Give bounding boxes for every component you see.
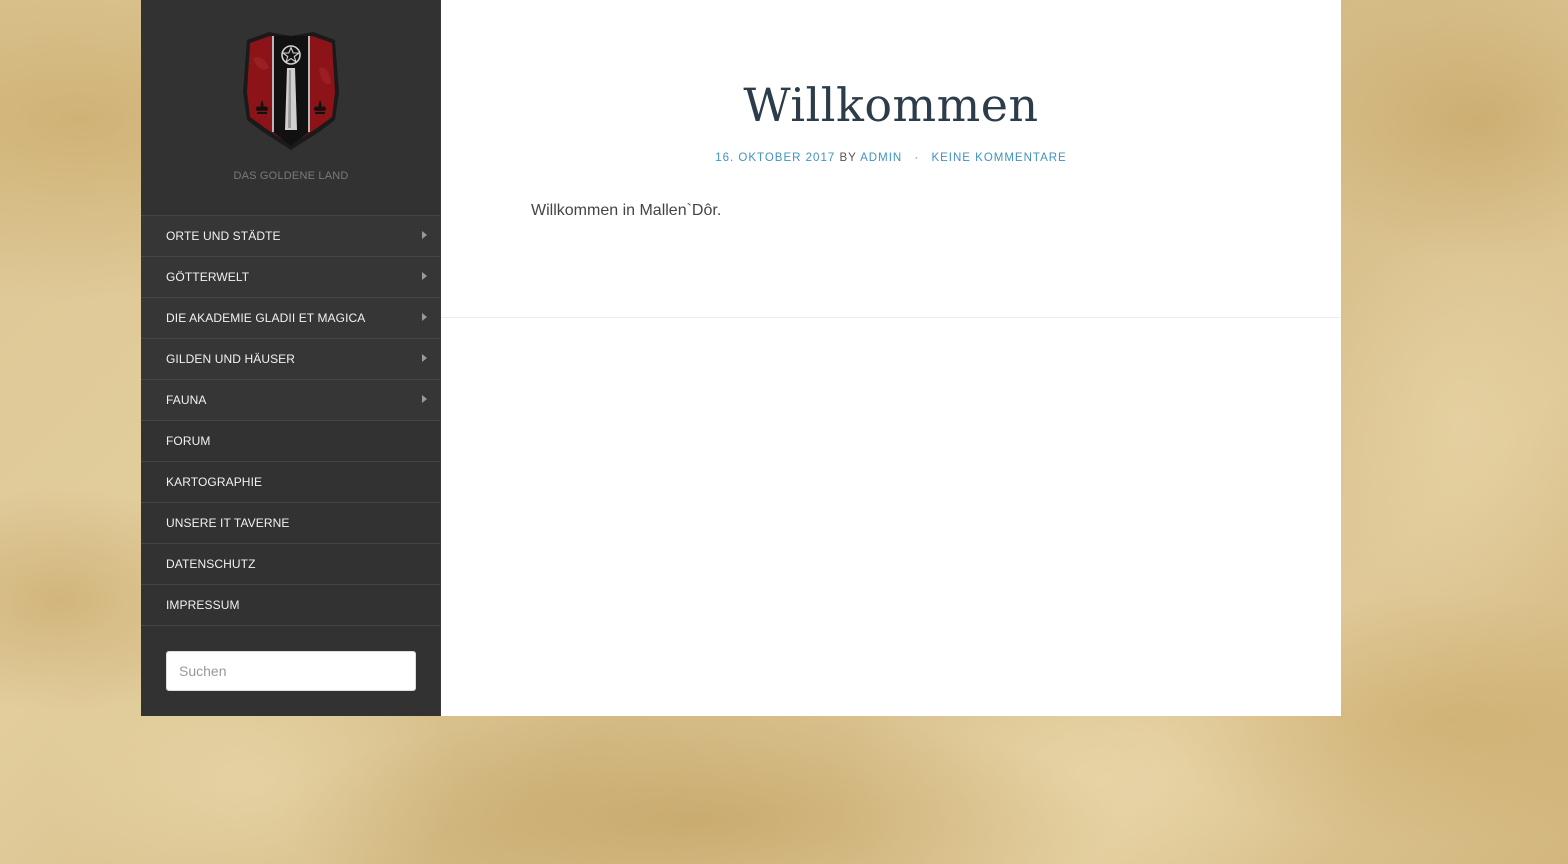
nav-item-akademie[interactable]: DIE AKADEMIE GLADII ET MAGICA xyxy=(141,298,441,339)
nav-item-label: GILDEN UND HÄUSER xyxy=(166,352,296,366)
nav-item-orte-und-staedte[interactable]: ORTE UND STÄDTE xyxy=(141,216,441,257)
post-title[interactable]: Willkommen xyxy=(441,78,1341,132)
nav-item-label: FORUM xyxy=(166,434,211,448)
sidebar: DAS GOLDENE LAND ORTE UND STÄDTE GÖTTERW… xyxy=(141,0,441,716)
nav-item-impressum[interactable]: IMPRESSUM xyxy=(141,585,441,626)
caret-right-icon[interactable] xyxy=(422,354,427,362)
nav-item-label: ORTE UND STÄDTE xyxy=(166,229,281,243)
search-form xyxy=(141,626,441,691)
nav-item-label: FAUNA xyxy=(166,393,207,407)
post-comments-link[interactable]: KEINE KOMMENTARE xyxy=(931,152,1066,164)
page-container: DAS GOLDENE LAND ORTE UND STÄDTE GÖTTERW… xyxy=(141,0,1341,716)
nav-item-label: GÖTTERWELT xyxy=(166,270,250,284)
site-branding: DAS GOLDENE LAND xyxy=(141,0,441,215)
nav-item-datenschutz[interactable]: DATENSCHUTZ xyxy=(141,544,441,585)
nav-item-fauna[interactable]: FAUNA xyxy=(141,380,441,421)
post-date-link[interactable]: 16. OKTOBER 2017 xyxy=(715,152,835,164)
nav-item-goetterwelt[interactable]: GÖTTERWELT xyxy=(141,257,441,298)
nav-item-it-taverne[interactable]: UNSERE IT TAVERNE xyxy=(141,503,441,544)
nav-item-label: KARTOGRAPHIE xyxy=(166,475,263,489)
search-input[interactable] xyxy=(166,651,416,691)
post-author-link[interactable]: ADMIN xyxy=(860,152,902,164)
post-body-text: Willkommen in Mallen`Dôr. xyxy=(531,202,722,219)
nav-item-label: DATENSCHUTZ xyxy=(166,557,256,571)
post-meta: 16. OKTOBER 2017 BY ADMIN · KEINE KOMMEN… xyxy=(441,152,1341,164)
nav-item-gilden-und-haeuser[interactable]: GILDEN UND HÄUSER xyxy=(141,339,441,380)
nav-item-label: DIE AKADEMIE GLADII ET MAGICA xyxy=(166,311,366,325)
nav-item-kartographie[interactable]: KARTOGRAPHIE xyxy=(141,462,441,503)
post-by-label: BY xyxy=(839,152,857,164)
main-content: Willkommen 16. OKTOBER 2017 BY ADMIN · K… xyxy=(441,0,1341,716)
meta-separator: · xyxy=(914,152,920,164)
coat-of-arms-icon[interactable] xyxy=(239,28,343,152)
nav-item-label: UNSERE IT TAVERNE xyxy=(166,516,290,530)
caret-right-icon[interactable] xyxy=(422,272,427,280)
caret-right-icon[interactable] xyxy=(422,313,427,321)
main-navigation: ORTE UND STÄDTE GÖTTERWELT DIE AKADEMIE … xyxy=(141,215,441,626)
caret-right-icon[interactable] xyxy=(422,231,427,239)
site-tagline: DAS GOLDENE LAND xyxy=(233,170,349,182)
caret-right-icon[interactable] xyxy=(422,395,427,403)
nav-item-forum[interactable]: FORUM xyxy=(141,421,441,462)
nav-item-label: IMPRESSUM xyxy=(166,598,240,612)
post: Willkommen 16. OKTOBER 2017 BY ADMIN · K… xyxy=(441,0,1341,318)
